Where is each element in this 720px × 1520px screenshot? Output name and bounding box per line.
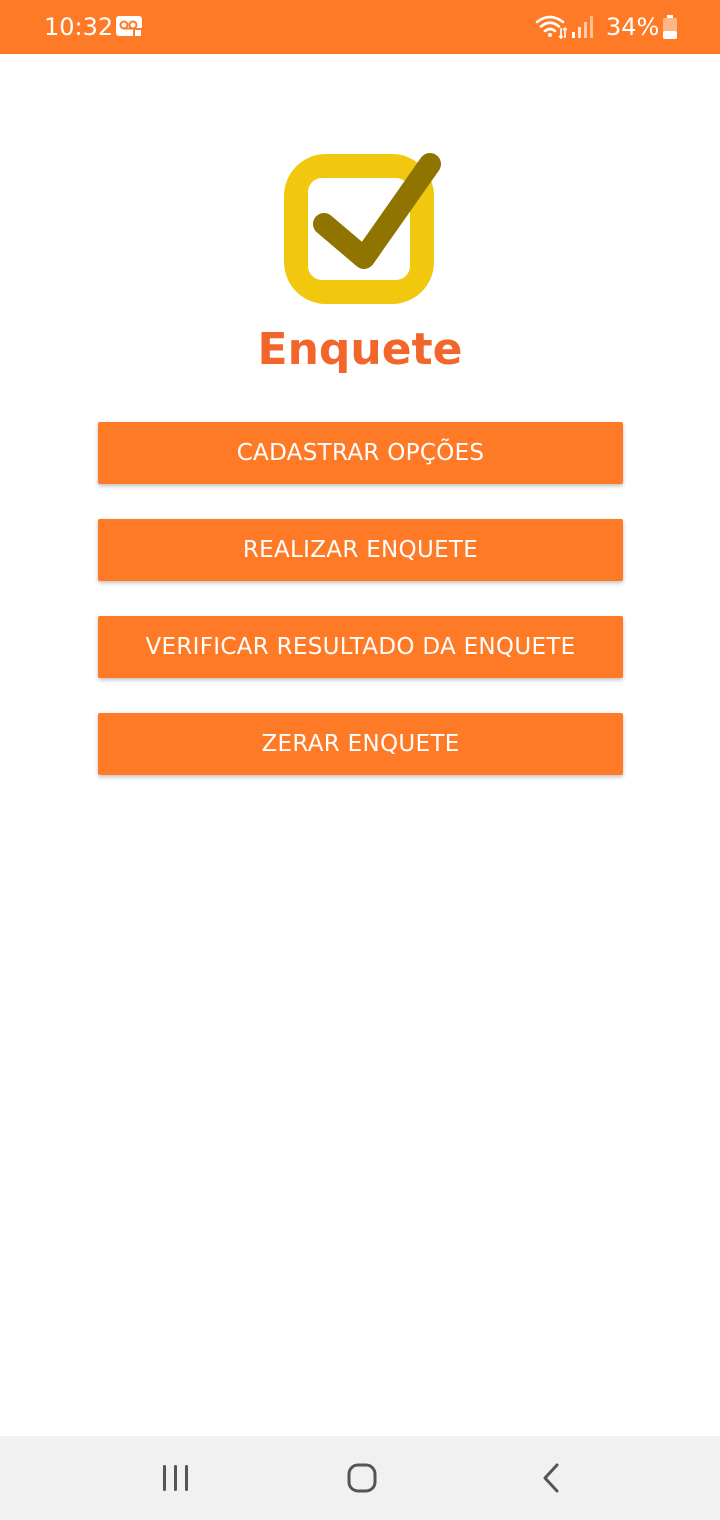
reset-poll-button[interactable]: ZERAR ENQUETE [98,713,623,775]
wifi-icon [535,14,568,40]
voicemail-icon [116,16,144,38]
register-options-button[interactable]: CADASTRAR OPÇÕES [98,422,623,484]
back-icon[interactable] [540,1462,562,1494]
check-results-button[interactable]: VERIFICAR RESULTADO DA ENQUETE [98,616,623,678]
home-icon[interactable] [346,1463,378,1493]
status-bar: 10:32 34% [0,0,720,54]
battery-percentage: 34% [606,13,660,41]
recents-icon[interactable] [160,1464,192,1492]
app-title: Enquete [257,324,463,375]
battery-icon [662,15,678,40]
signal-icon [570,15,594,39]
navigation-bar [0,1436,720,1520]
status-time: 10:32 [44,13,114,41]
start-poll-button[interactable]: REALIZAR ENQUETE [98,519,623,581]
app-logo [276,146,446,316]
